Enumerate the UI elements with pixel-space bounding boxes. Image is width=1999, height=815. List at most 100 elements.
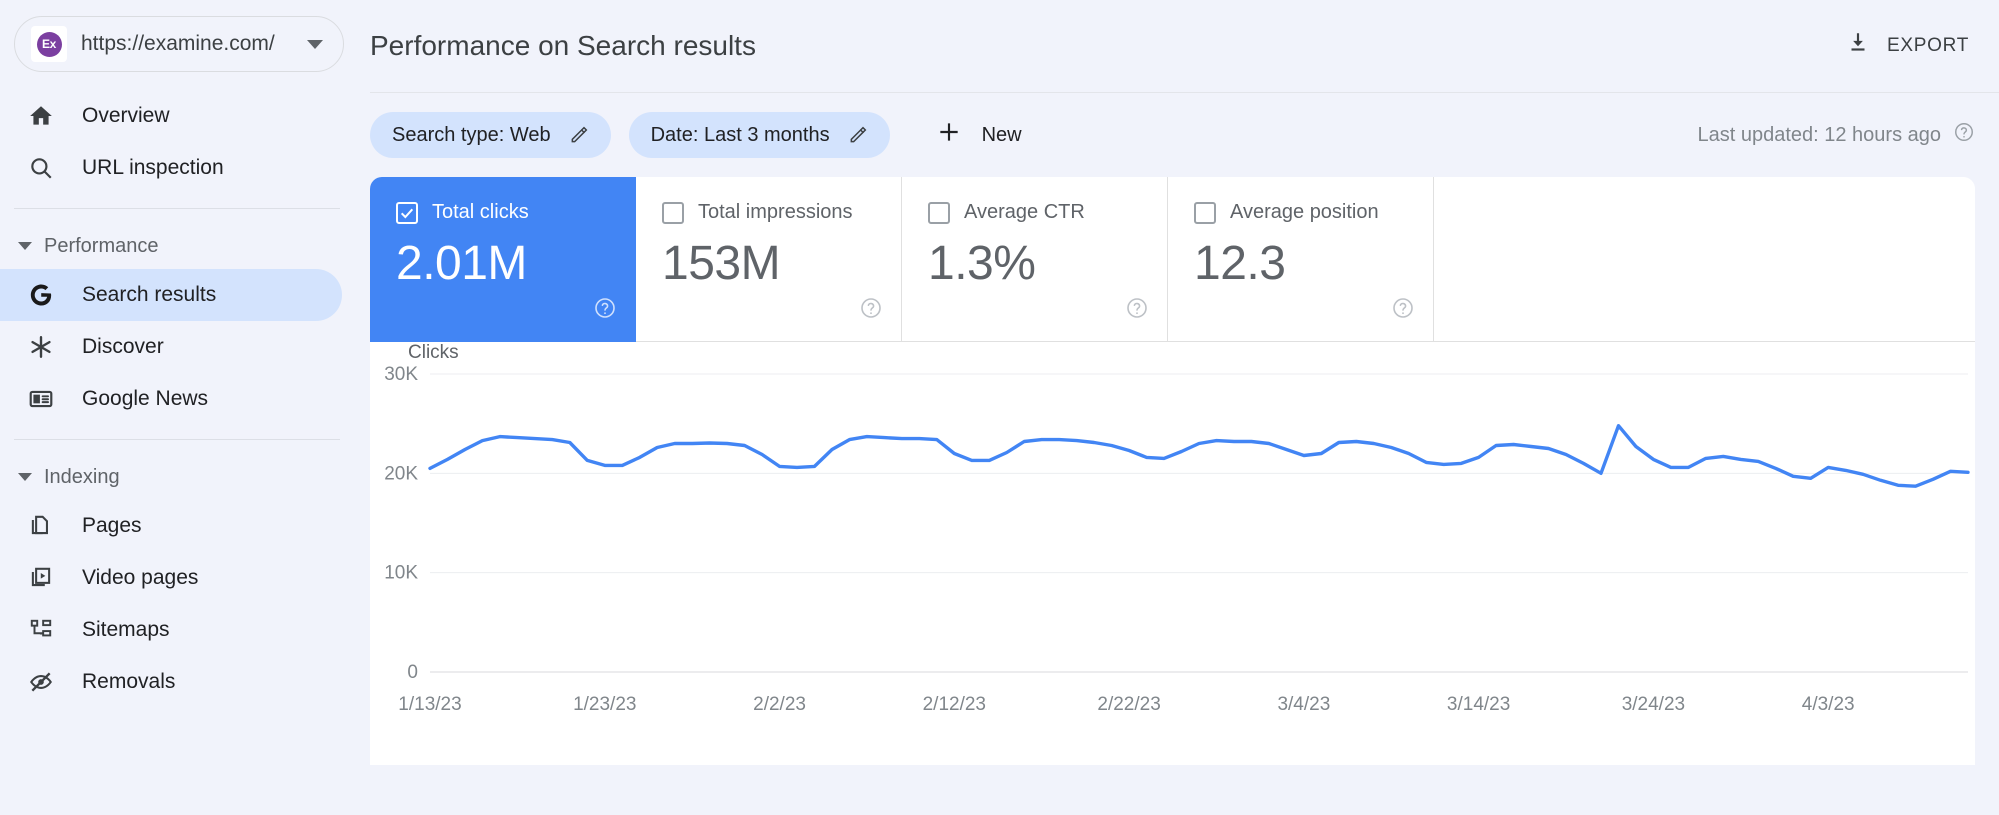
property-selector[interactable]: Ex https://examine.com/ [14, 16, 344, 72]
help-circle-icon[interactable] [593, 296, 617, 325]
help-circle-icon[interactable] [859, 296, 883, 325]
sidebar-item-overview[interactable]: Overview [0, 90, 342, 142]
plus-icon [936, 119, 962, 151]
metric-value: 1.3% [928, 237, 1036, 290]
sidebar: Ex https://examine.com/ Overview URL ins… [0, 0, 362, 815]
pages-icon [26, 511, 56, 541]
pencil-icon[interactable] [569, 125, 589, 145]
svg-text:1/23/23: 1/23/23 [573, 694, 636, 715]
sitemap-icon [26, 615, 56, 645]
metric-label: Average position [1230, 201, 1379, 223]
filter-chip-search-type[interactable]: Search type: Web [370, 112, 611, 158]
asterisk-icon [26, 332, 56, 362]
export-button[interactable]: EXPORT [1839, 22, 1975, 70]
sidebar-item-label: URL inspection [82, 156, 224, 179]
sidebar-item-removals[interactable]: Removals [0, 656, 342, 708]
last-updated-text: Last updated: 12 hours ago [1697, 123, 1941, 146]
video-pages-icon [26, 563, 56, 593]
svg-text:20K: 20K [384, 463, 418, 484]
sidebar-item-label: Google News [82, 387, 209, 410]
caret-down-icon [18, 242, 32, 250]
performance-panel: Total clicks 2.01M Total impressions 153… [370, 177, 1975, 765]
metric-cards: Total clicks 2.01M Total impressions 153… [370, 177, 1975, 342]
home-icon [26, 101, 56, 131]
clicks-chart: Clicks 0 10K 20K 30K 1/13/23 1/23/23 2/2/23 2/12… [370, 342, 1975, 765]
sidebar-divider [14, 208, 340, 209]
svg-text:2/12/23: 2/12/23 [923, 694, 986, 715]
chevron-down-icon[interactable] [307, 39, 323, 49]
caret-down-icon [18, 473, 32, 481]
svg-text:10K: 10K [384, 563, 418, 584]
svg-text:1/13/23: 1/13/23 [398, 694, 461, 715]
favicon-initials: Ex [36, 31, 62, 57]
search-console-app: Ex https://examine.com/ Overview URL ins… [0, 0, 1999, 815]
property-url: https://examine.com/ [81, 32, 275, 55]
metric-checkbox[interactable] [662, 201, 684, 224]
svg-text:Clicks: Clicks [408, 342, 459, 363]
help-circle-icon[interactable] [1953, 121, 1975, 149]
metric-label: Average CTR [964, 201, 1085, 223]
metric-checkbox[interactable] [928, 201, 950, 224]
pencil-icon[interactable] [848, 125, 868, 145]
metric-card-header: Average position [1194, 201, 1413, 224]
sidebar-item-label: Sitemaps [82, 618, 170, 641]
sidebar-item-video-pages[interactable]: Video pages [0, 552, 342, 604]
page-title: Performance on Search results [370, 30, 756, 61]
news-icon [26, 384, 56, 414]
export-label: EXPORT [1887, 35, 1969, 56]
svg-text:0: 0 [407, 662, 418, 683]
google-g-icon [26, 280, 56, 310]
sidebar-item-pages[interactable]: Pages [0, 500, 342, 552]
sidebar-section-performance[interactable]: Performance [0, 223, 362, 269]
sidebar-item-url-inspection[interactable]: URL inspection [0, 142, 342, 194]
sidebar-section-label: Performance [44, 234, 159, 257]
svg-text:3/4/23: 3/4/23 [1277, 694, 1330, 715]
sidebar-item-google-news[interactable]: Google News [0, 373, 342, 425]
sidebar-item-label: Pages [82, 514, 142, 537]
main-header: Performance on Search results EXPORT [362, 0, 1999, 92]
svg-text:3/14/23: 3/14/23 [1447, 694, 1510, 715]
metric-card-total-impressions[interactable]: Total impressions 153M [636, 177, 902, 342]
sidebar-item-sitemaps[interactable]: Sitemaps [0, 604, 342, 656]
svg-text:4/3/23: 4/3/23 [1802, 694, 1855, 715]
sidebar-item-label: Discover [82, 335, 164, 358]
svg-text:3/24/23: 3/24/23 [1622, 694, 1685, 715]
metric-card-header: Total clicks [396, 201, 615, 224]
sidebar-nav: Overview URL inspection Performance Sear… [0, 90, 362, 708]
metric-checkbox[interactable] [396, 201, 418, 224]
metric-checkbox[interactable] [1194, 201, 1216, 224]
clicks-chart-svg: Clicks 0 10K 20K 30K 1/13/23 1/23/23 2/2/23 2/12… [384, 342, 1970, 715]
property-favicon: Ex [31, 26, 67, 62]
metric-card-header: Total impressions [662, 201, 881, 224]
metric-value: 2.01M [396, 237, 527, 290]
sidebar-item-discover[interactable]: Discover [0, 321, 342, 373]
chip-label: Search type: Web [392, 123, 551, 146]
filter-bar: Search type: Web Date: Last 3 months New… [362, 93, 1999, 177]
help-circle-icon[interactable] [1391, 296, 1415, 325]
help-circle-icon[interactable] [1125, 296, 1149, 325]
sidebar-section-indexing[interactable]: Indexing [0, 454, 362, 500]
svg-text:30K: 30K [384, 364, 418, 385]
main-content: Performance on Search results EXPORT Sea… [362, 0, 1999, 815]
metric-cards-filler [1434, 177, 1975, 342]
sidebar-item-label: Overview [82, 104, 170, 127]
filter-chip-date[interactable]: Date: Last 3 months [628, 112, 890, 158]
sidebar-section-label: Indexing [44, 465, 120, 488]
new-label: New [981, 123, 1022, 146]
metric-card-average-position[interactable]: Average position 12.3 [1168, 177, 1434, 342]
eye-off-icon [26, 667, 56, 697]
download-icon [1845, 30, 1871, 62]
metric-card-total-clicks[interactable]: Total clicks 2.01M [370, 177, 636, 342]
search-icon [26, 153, 56, 183]
metric-value: 153M [662, 237, 781, 290]
metric-value: 12.3 [1194, 237, 1286, 290]
new-filter-button[interactable]: New [922, 112, 1036, 158]
sidebar-item-label: Removals [82, 670, 176, 693]
sidebar-item-search-results[interactable]: Search results [0, 269, 342, 321]
svg-text:2/2/23: 2/2/23 [753, 694, 806, 715]
chip-label: Date: Last 3 months [650, 123, 830, 146]
svg-text:2/22/23: 2/22/23 [1097, 694, 1160, 715]
metric-card-average-ctr[interactable]: Average CTR 1.3% [902, 177, 1168, 342]
sidebar-item-label: Video pages [82, 566, 199, 589]
sidebar-divider [14, 439, 340, 440]
